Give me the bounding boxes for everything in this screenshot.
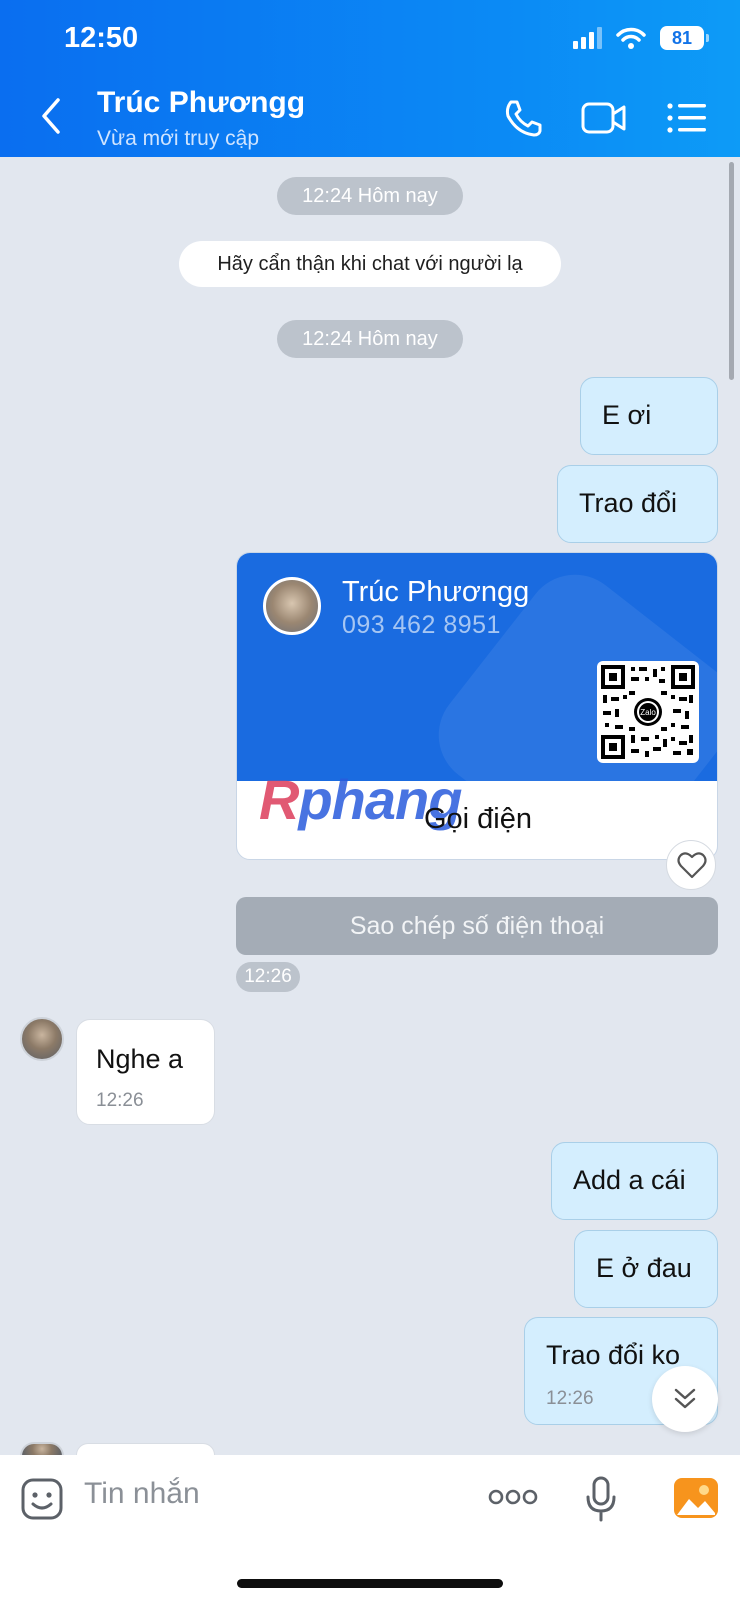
- phone-call-icon[interactable]: [499, 96, 547, 140]
- message-time: 12:26: [236, 962, 300, 992]
- status-time: 12:50: [64, 22, 139, 54]
- scroll-to-bottom-button[interactable]: [652, 1366, 718, 1432]
- card-avatar: [263, 577, 321, 635]
- card-header: Trúc Phươngg 093 462 8951 Zalo: [237, 553, 717, 781]
- contact-status: Vừa mới truy cập: [97, 127, 260, 150]
- message-text: Trao đổi: [579, 488, 678, 518]
- qr-code-icon: Zalo: [601, 665, 695, 759]
- status-icons: 81: [573, 26, 709, 50]
- image-picker-icon[interactable]: [673, 1477, 719, 1519]
- qr-code[interactable]: Zalo: [597, 661, 699, 763]
- sent-message[interactable]: E ơi: [580, 377, 718, 455]
- copy-phone-button[interactable]: Sao chép số điện thoại: [236, 897, 718, 955]
- wifi-icon: [616, 27, 646, 49]
- card-phone: 093 462 8951: [342, 611, 501, 639]
- received-message: [76, 1443, 215, 1455]
- timestamp-divider: 12:24 Hôm nay: [277, 177, 463, 215]
- card-name: Trúc Phươngg: [342, 576, 530, 608]
- message-text: E ở đau: [596, 1253, 692, 1283]
- contact-name[interactable]: Trúc Phươngg: [97, 86, 305, 120]
- safety-notice: Hãy cẩn thận khi chat với người lạ: [179, 241, 561, 287]
- heart-icon: [677, 852, 707, 879]
- contact-avatar[interactable]: [20, 1017, 64, 1061]
- message-input[interactable]: Tin nhắn: [84, 1477, 200, 1511]
- message-text: E ơi: [602, 400, 652, 430]
- timestamp-divider: 12:24 Hôm nay: [277, 320, 463, 358]
- received-message[interactable]: Nghe a 12:26: [76, 1019, 215, 1125]
- call-button[interactable]: Rphang Gọi điện: [237, 768, 717, 859]
- home-indicator[interactable]: [237, 1579, 503, 1588]
- sent-message[interactable]: Trao đổi: [557, 465, 718, 543]
- double-chevron-down-icon: [674, 1388, 696, 1409]
- battery-icon: 81: [660, 26, 709, 50]
- signal-icon: [573, 27, 602, 49]
- contact-card[interactable]: Trúc Phươngg 093 462 8951 Zalo Rphang Gọ…: [236, 552, 718, 860]
- more-options-icon[interactable]: [488, 1487, 538, 1507]
- chat-header: 12:50 81 Trúc Phươngg Vừa mới truy cập: [0, 0, 740, 157]
- video-call-icon[interactable]: [580, 96, 628, 140]
- scrollbar[interactable]: [729, 162, 734, 380]
- back-icon[interactable]: [34, 96, 68, 136]
- menu-icon[interactable]: [664, 96, 712, 140]
- react-button[interactable]: [666, 840, 716, 890]
- message-text: Add a cái: [573, 1165, 686, 1195]
- message-text: Nghe a: [96, 1044, 184, 1074]
- sent-message[interactable]: Add a cái: [551, 1142, 718, 1220]
- qr-brand-label: Zalo: [640, 708, 656, 717]
- call-label: Gọi điện: [423, 803, 532, 835]
- sent-message[interactable]: E ở đau: [574, 1230, 718, 1308]
- message-time: 12:26: [546, 1388, 594, 1409]
- message-time: 12:26: [96, 1090, 144, 1111]
- contact-avatar: [20, 1442, 64, 1456]
- sticker-icon[interactable]: [20, 1477, 64, 1521]
- microphone-icon[interactable]: [585, 1475, 617, 1523]
